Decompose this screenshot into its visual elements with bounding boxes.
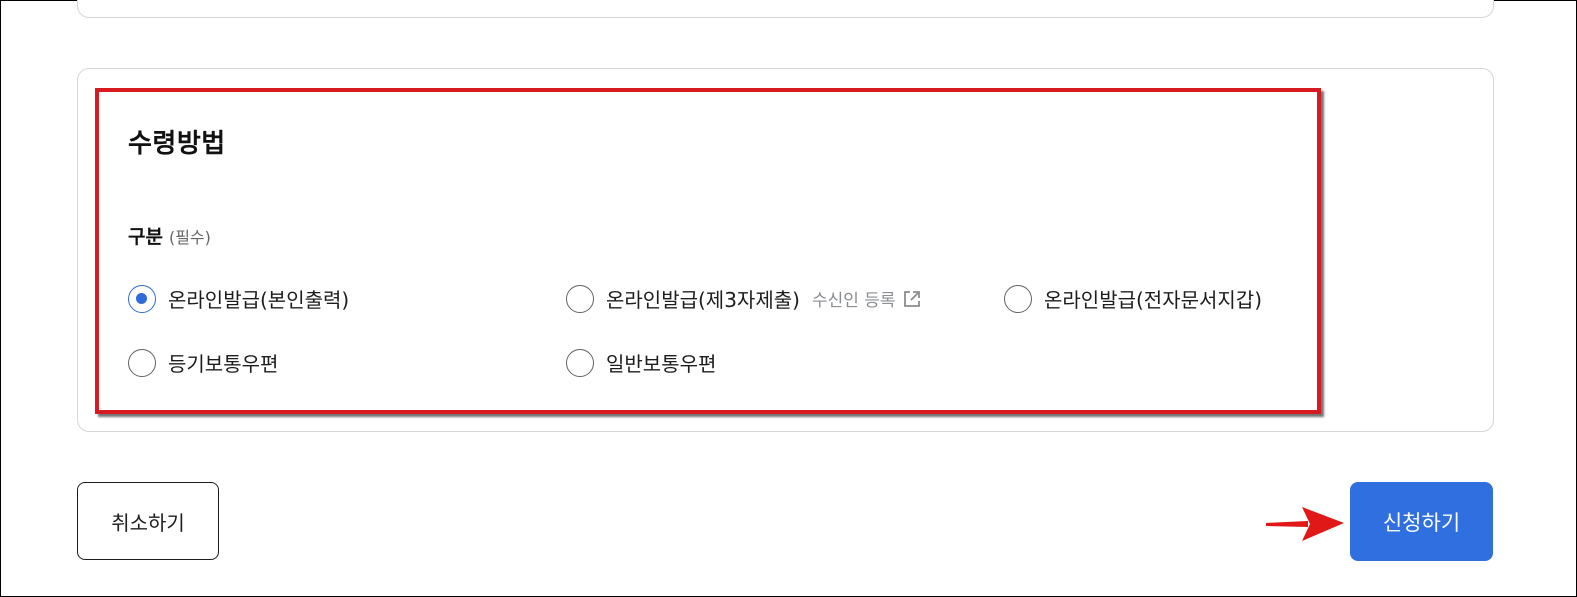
radio-registered-mail[interactable]: 등기보통우편 — [128, 348, 278, 377]
radio-label: 온라인발급(본인출력) — [168, 288, 350, 312]
recipient-register-label: 수신인 등록 — [811, 291, 896, 311]
radio-circle[interactable] — [566, 348, 594, 377]
previous-section-card — [77, 0, 1494, 18]
radio-circle[interactable] — [128, 348, 156, 377]
external-link-icon — [902, 289, 922, 309]
field-label-text: 구분 — [128, 226, 163, 248]
radio-regular-mail[interactable]: 일반보통우편 — [566, 348, 716, 377]
section-title: 수령방법 — [128, 129, 226, 159]
radio-online-self-print[interactable]: 온라인발급(본인출력) — [128, 284, 349, 313]
radio-label: 일반보통우편 — [606, 352, 717, 376]
cancel-button[interactable]: 취소하기 — [77, 482, 219, 560]
radio-circle[interactable] — [566, 284, 594, 313]
annotation-arrow-icon — [1266, 507, 1344, 541]
radio-online-e-wallet[interactable]: 온라인발급(전자문서지갑) — [1004, 284, 1262, 313]
required-indicator: (필수) — [168, 228, 211, 247]
radio-label: 등기보통우편 — [168, 352, 279, 376]
radio-circle-checked[interactable] — [128, 284, 156, 313]
radio-label: 온라인발급(제3자제출) — [606, 288, 800, 312]
radio-circle[interactable] — [1004, 284, 1032, 313]
submit-button[interactable]: 신청하기 — [1350, 482, 1493, 561]
recipient-register-link[interactable]: 수신인 등록 — [812, 286, 922, 311]
field-label: 구분 (필수) — [128, 222, 211, 249]
radio-label: 온라인발급(전자문서지갑) — [1044, 288, 1263, 312]
radio-online-third-party[interactable]: 온라인발급(제3자제출) 수신인 등록 — [566, 284, 922, 313]
